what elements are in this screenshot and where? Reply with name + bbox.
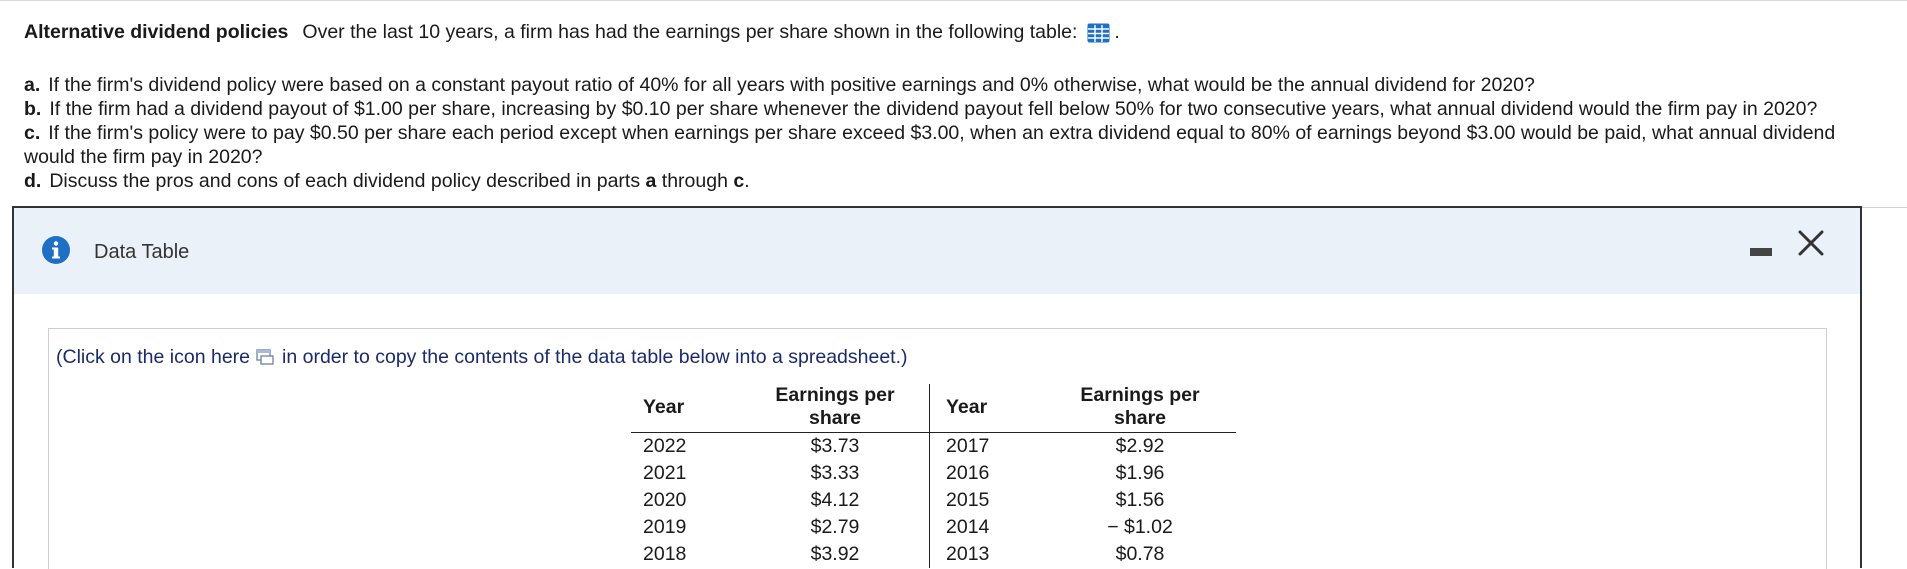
part-ref-c: c [733,170,745,192]
part-b: b. If the firm had a dividend payout of $… [24,97,1884,121]
eps-cell: $2.92 [1115,435,1165,457]
copy-note-post: in order to copy the contents of the dat… [282,346,908,368]
year-cell: 2022 [643,435,687,457]
year-cell: 2020 [643,489,687,511]
divider-line [1860,207,1907,208]
eps-cell: $3.92 [810,543,860,565]
data-table-dialog: Data Table (Click on the icon here in ord… [12,206,1862,569]
year-cell: 2018 [643,543,687,565]
column-header-eps: Earnings per share [741,384,930,433]
close-icon[interactable] [1796,228,1826,263]
part-letter: c. [24,122,41,144]
part-text: If the firm had a dividend payout of $1.… [49,98,1818,120]
part-c: c. If the firm's policy were to pay $0.50… [24,121,1884,169]
part-text-end: . [744,170,750,192]
question-block: Alternative dividend policies Over the la… [24,20,1884,193]
earnings-table: Year Earnings per share Year Earnings pe… [631,384,1236,568]
eps-cell: $1.96 [1115,462,1165,484]
table-row: 2018 $3.92 2013 $0.78 [631,541,1236,568]
eps-cell: $0.78 [1115,543,1165,565]
data-table-icon[interactable] [1087,23,1110,49]
year-cell: 2021 [643,462,687,484]
eps-cell: $1.56 [1115,489,1165,511]
table-row: 2019 $2.79 2014 − $1.02 [631,514,1236,541]
copy-note-pre: (Click on the icon here [56,346,251,368]
data-table-container: (Click on the icon here in order to copy … [48,328,1827,569]
year-cell: 2013 [929,541,1044,568]
part-letter: b. [24,98,42,120]
copy-to-spreadsheet-icon[interactable] [256,348,274,371]
dialog-title: Data Table [94,241,190,263]
column-header-year: Year [631,384,741,433]
part-d: d. Discuss the pros and cons of each divi… [24,169,1884,193]
question-title: Alternative dividend policies [24,21,289,43]
info-icon [41,235,71,270]
eps-cell: $2.79 [810,516,860,538]
minimize-icon[interactable] [1750,248,1772,256]
dialog-header: Data Table [14,208,1860,294]
part-text: If the firm's policy were to pay $0.50 p… [24,122,1836,168]
eps-cell: − $1.02 [1107,516,1173,538]
year-cell: 2015 [929,487,1044,514]
question-parts: a. If the firm's dividend policy were bas… [24,73,1884,193]
year-cell: 2017 [929,432,1044,460]
year-cell: 2016 [929,460,1044,487]
part-text: Discuss the pros and cons of each divide… [49,170,646,192]
eps-cell: $3.73 [810,435,860,457]
table-row: 2020 $4.12 2015 $1.56 [631,487,1236,514]
question-intro-line: Alternative dividend policies Over the la… [24,20,1884,49]
year-cell: 2019 [643,516,687,538]
table-header-row: Year Earnings per share Year Earnings pe… [631,384,1236,433]
eps-cell: $4.12 [810,489,860,511]
question-intro-end: . [1114,21,1120,43]
eps-cell: $3.33 [810,462,860,484]
part-letter: a. [24,74,41,96]
part-a: a. If the firm's dividend policy were bas… [24,73,1884,97]
column-header-eps: Earnings per share [1044,384,1236,433]
part-ref-a: a [645,170,657,192]
table-row: 2022 $3.73 2017 $2.92 [631,432,1236,460]
question-intro: Over the last 10 years, a firm has had t… [302,21,1078,43]
part-text: through [656,170,734,192]
copy-instruction: (Click on the icon here in order to copy … [56,346,908,371]
year-cell: 2014 [929,514,1044,541]
table-row: 2021 $3.33 2016 $1.96 [631,460,1236,487]
part-letter: d. [24,170,42,192]
top-divider [0,0,1907,1]
column-header-year: Year [929,384,1044,433]
part-text: If the firm's dividend policy were based… [48,74,1535,96]
